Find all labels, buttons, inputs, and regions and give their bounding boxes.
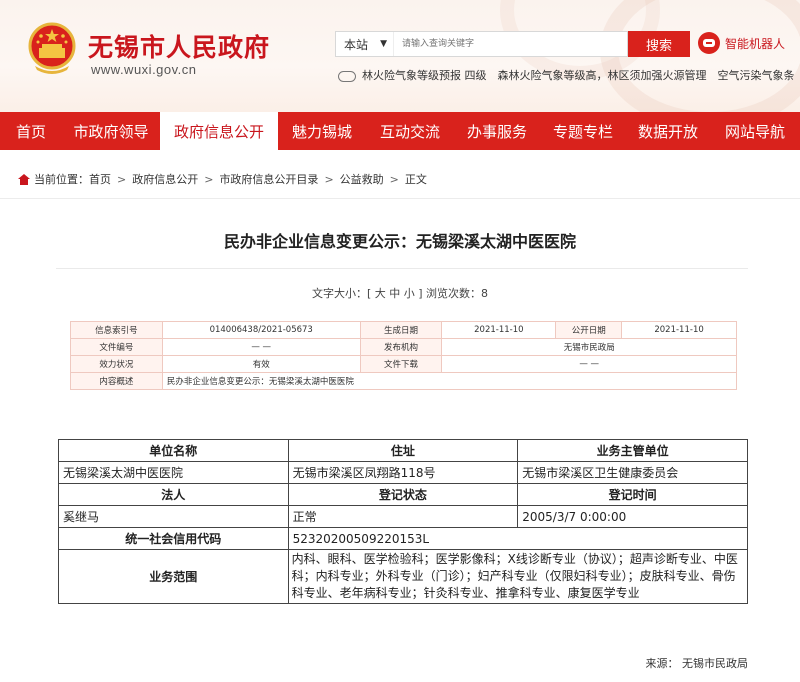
breadcrumb-separator: > [117, 172, 127, 186]
breadcrumb-item-current: 正文 [404, 173, 427, 186]
nav-item-charm-city[interactable]: 魅力锡城 [278, 112, 366, 150]
breadcrumb-prefix: 当前位置： [34, 173, 89, 186]
search-box: 本站 ▼ [335, 31, 628, 57]
robot-label: 智能机器人 [725, 36, 786, 51]
breadcrumb-item-info-disclosure[interactable]: 政府信息公开 [132, 171, 198, 187]
reg-time: 2005/3/7 0:00:00 [517, 505, 748, 528]
breadcrumb-item-home[interactable]: 首页 [89, 171, 111, 187]
gen-date-label: 生成日期 [359, 321, 443, 339]
search-scope-select[interactable]: 本站 ▼ [336, 32, 394, 56]
status-value: 有效 [161, 355, 361, 373]
doc-no-value: — — [161, 338, 361, 356]
search-button[interactable]: 搜索 [628, 31, 690, 57]
national-emblem-icon[interactable] [27, 22, 77, 76]
table-row: 无锡梁溪太湖中医医院 无锡市梁溪区凤翔路118号 无锡市梁溪区卫生健康委员会 [58, 461, 748, 484]
weather-ticker: 林火险气象等级预报 四级 森林火险气象等级高，林区须加强火源管理 空气污染气象条 [336, 65, 800, 85]
site-title[interactable]: 无锡市人民政府 [88, 28, 270, 64]
info-index-table: 信息索引号 014006438/2021-05673 生成日期 2021-11-… [70, 321, 738, 390]
chevron-down-icon: ▼ [380, 39, 387, 49]
col-header-reg-time: 登记时间 [517, 483, 748, 506]
weather-ticker-text: 林火险气象等级预报 四级 森林火险气象等级高，林区须加强火源管理 空气污染气象条 [362, 69, 795, 82]
doc-no-label: 文件编号 [70, 338, 163, 356]
breadcrumb-item-catalog[interactable]: 市政府信息公开目录 [219, 171, 318, 187]
col-header-authority: 业务主管单位 [517, 439, 748, 462]
search-input[interactable] [394, 32, 627, 56]
table-row: 法人 登记状态 登记时间 [58, 483, 748, 506]
cloud-icon [336, 68, 356, 82]
summary-value: 民办非企业信息变更公示：无锡梁溪太湖中医医院 [161, 372, 738, 390]
org-address: 无锡市梁溪区凤翔路118号 [287, 461, 519, 484]
breadcrumb-separator: > [324, 172, 334, 186]
org-authority: 无锡市梁溪区卫生健康委员会 [517, 461, 748, 484]
table-row: 单位名称 住址 业务主管单位 [58, 439, 748, 462]
publisher-label: 发布机构 [359, 338, 443, 356]
col-header-address: 住址 [287, 439, 519, 462]
col-header-legal: 法人 [58, 483, 289, 506]
reg-status: 正常 [287, 505, 519, 528]
col-header-reg-status: 登记状态 [287, 483, 519, 506]
col-header-name: 单位名称 [58, 439, 289, 462]
pub-date-value: 2021-11-10 [621, 321, 737, 339]
table-row: 效力状况 有效 文件下载 — — [70, 355, 737, 373]
source-note: 来源： 无锡市民政局 [645, 657, 749, 670]
breadcrumb-separator: > [389, 172, 399, 186]
search-scope-label: 本站 [344, 37, 369, 52]
nav-item-info-disclosure[interactable]: 政府信息公开 [160, 112, 278, 150]
org-name: 无锡梁溪太湖中医医院 [58, 461, 289, 484]
robot-icon [698, 32, 720, 54]
download-label: 文件下载 [359, 355, 443, 373]
breadcrumb-item-welfare[interactable]: 公益救助 [340, 171, 384, 187]
credit-code-value: 52320200509220153L [287, 527, 749, 550]
main-nav: 首页 市政府领导 政府信息公开 魅力锡城 互动交流 办事服务 专题专栏 数据开放… [0, 112, 800, 150]
home-icon [18, 173, 30, 185]
nav-item-leaders[interactable]: 市政府领导 [62, 112, 160, 150]
site-header: 无锡市人民政府 www.wuxi.gov.cn 本站 ▼ 搜索 智能机器人 林火… [0, 0, 800, 112]
nav-item-open-data[interactable]: 数据开放 [626, 112, 710, 150]
summary-label: 内容概述 [70, 372, 163, 390]
table-row: 内容概述 民办非企业信息变更公示：无锡梁溪太湖中医医院 [70, 372, 738, 390]
gen-date-value: 2021-11-10 [441, 321, 557, 339]
divider [0, 198, 800, 199]
breadcrumb-separator: > [204, 172, 214, 186]
divider [56, 268, 748, 269]
organization-info-table: 单位名称 住址 业务主管单位 无锡梁溪太湖中医医院 无锡市梁溪区凤翔路118号 … [58, 439, 749, 604]
table-row: 业务范围 内科、眼科、医学检验科；医学影像科；X线诊断专业（协议）；超声诊断专业… [58, 549, 749, 604]
nav-item-home[interactable]: 首页 [0, 112, 62, 150]
nav-item-services[interactable]: 办事服务 [454, 112, 540, 150]
download-value[interactable]: — — [441, 355, 737, 373]
scope-label: 业务范围 [58, 549, 289, 604]
publisher-value: 无锡市民政局 [441, 338, 737, 356]
index-value: 014006438/2021-05673 [161, 321, 361, 339]
pub-date-label: 公开日期 [555, 321, 623, 339]
index-label: 信息索引号 [70, 321, 163, 339]
nav-item-site-map[interactable]: 网站导航 [710, 112, 800, 150]
page-title: 民办非企业信息变更公示：无锡梁溪太湖中医医院 [223, 232, 576, 251]
article-meta: 文字大小：[ 大 中 小 ] 浏览次数：8 [311, 287, 489, 300]
table-row: 文件编号 — — 发布机构 无锡市民政局 [70, 338, 737, 356]
table-row: 奚继马 正常 2005/3/7 0:00:00 [58, 505, 748, 528]
credit-code-label: 统一社会信用代码 [58, 527, 289, 550]
nav-item-interaction[interactable]: 互动交流 [366, 112, 454, 150]
table-row: 信息索引号 014006438/2021-05673 生成日期 2021-11-… [70, 321, 737, 339]
table-row: 统一社会信用代码 52320200509220153L [58, 527, 749, 550]
status-label: 效力状况 [70, 355, 163, 373]
nav-item-topics[interactable]: 专题专栏 [540, 112, 626, 150]
site-url: www.wuxi.gov.cn [91, 62, 197, 77]
smart-robot-link[interactable]: 智能机器人 [698, 29, 800, 57]
legal-person: 奚继马 [58, 505, 289, 528]
scope-value: 内科、眼科、医学检验科；医学影像科；X线诊断专业（协议）；超声诊断专业、中医科；… [287, 549, 749, 604]
breadcrumb: 当前位置： 首页 > 政府信息公开 > 市政府信息公开目录 > 公益救助 > 正… [18, 170, 427, 188]
